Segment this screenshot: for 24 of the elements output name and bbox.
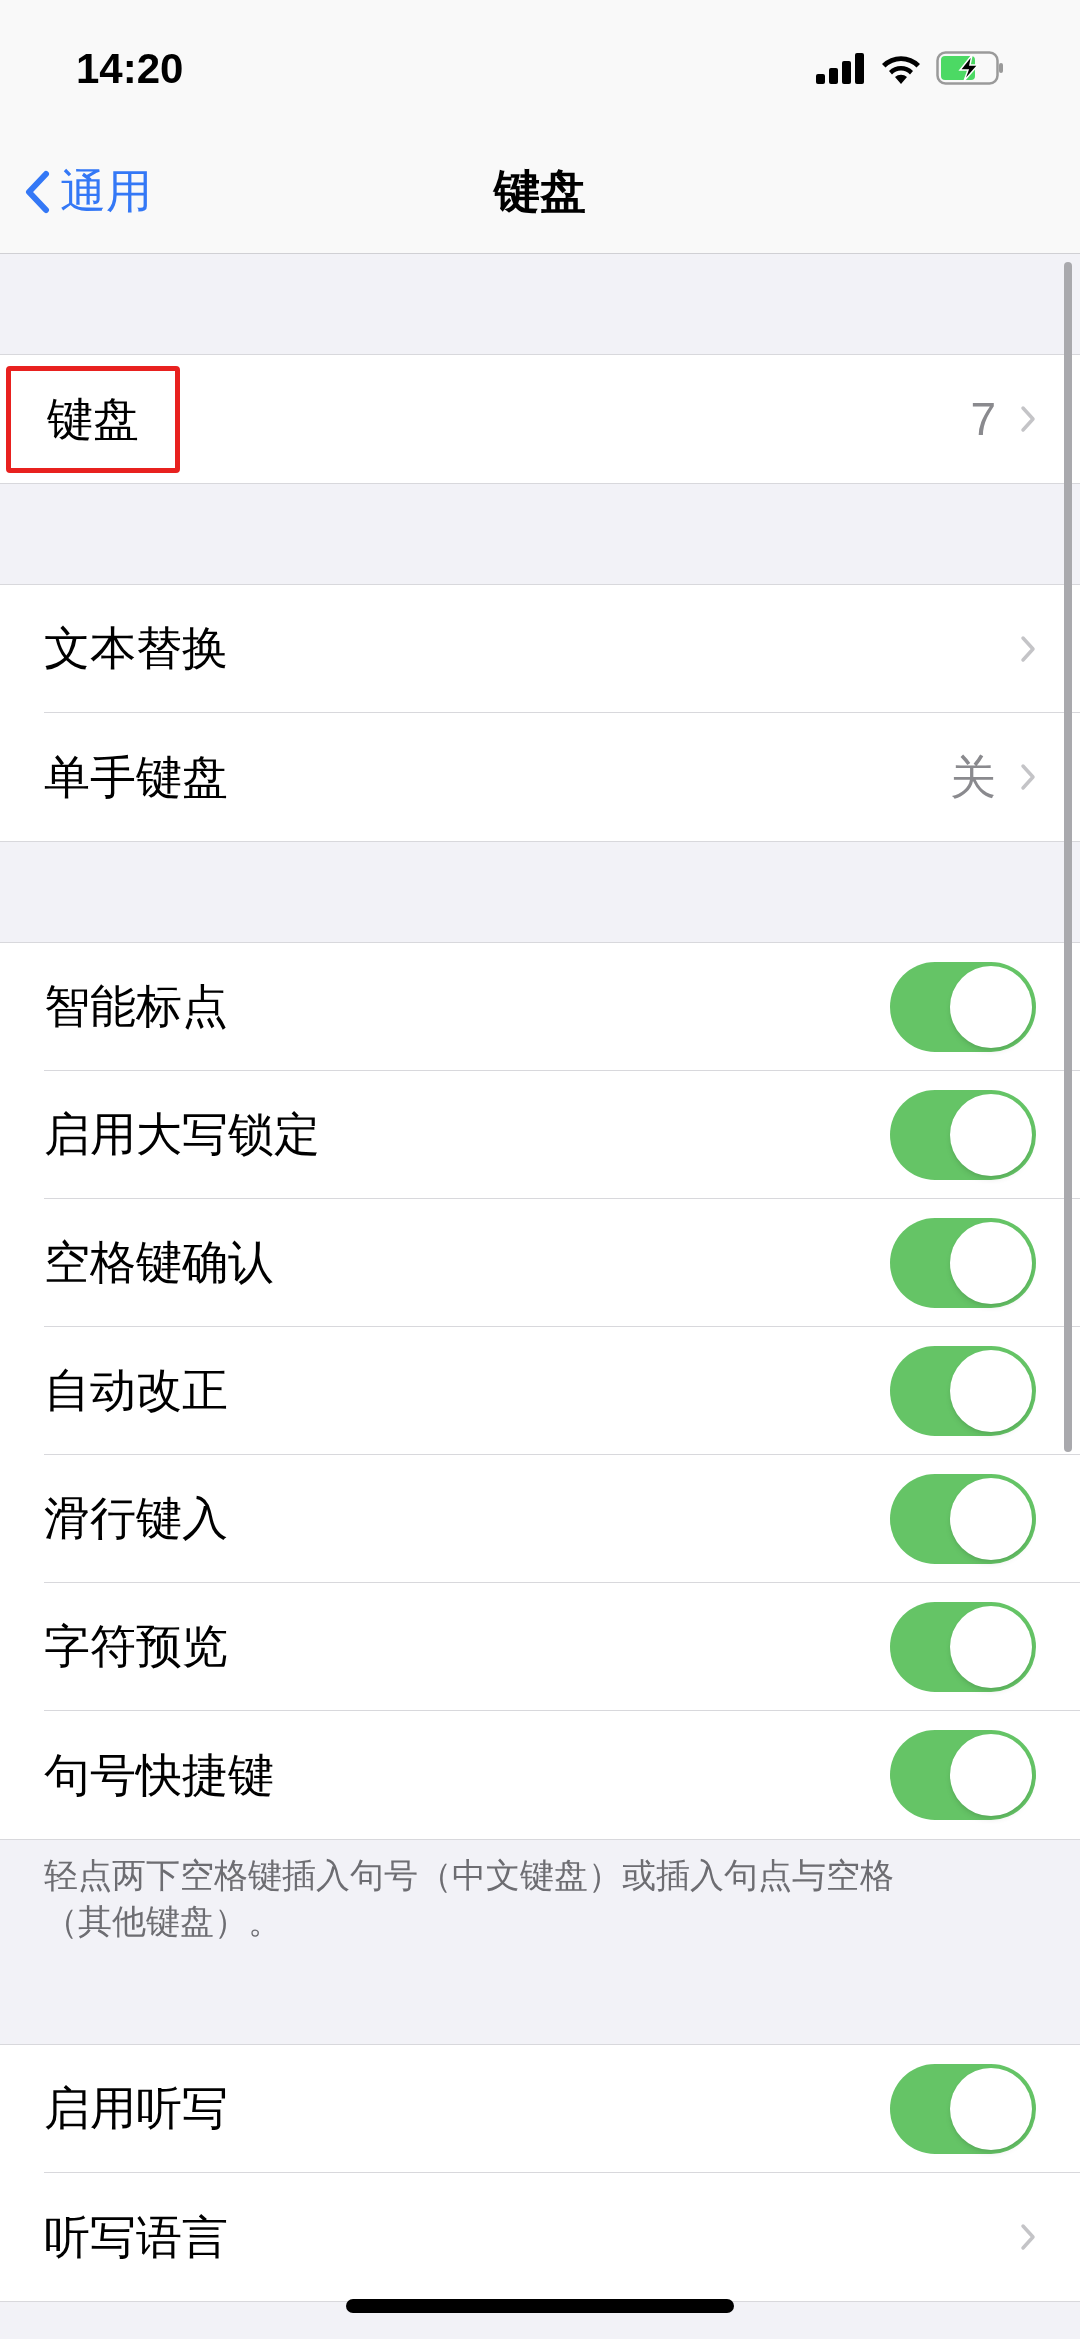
row-label: 听写语言 <box>44 2209 228 2265</box>
row-value: 关 <box>950 749 996 805</box>
signal-icon <box>816 52 866 84</box>
row-label: 字符预览 <box>44 1619 228 1674</box>
row-label: 启用听写 <box>44 2081 228 2136</box>
chevron-icon <box>1020 2223 1036 2251</box>
back-icon <box>24 169 50 214</box>
section-footer: 轻点两下空格键插入句号（中文键盘）或插入句点与空格（其他键盘）。 <box>0 1840 1080 1944</box>
page-title: 键盘 <box>494 164 586 219</box>
row-label: 智能标点 <box>44 979 228 1034</box>
status-time: 14:20 <box>76 43 184 94</box>
row-label: 启用大写锁定 <box>44 1107 320 1162</box>
chevron-icon <box>1020 634 1036 663</box>
row-label: 空格键确认 <box>44 1235 274 1290</box>
chevron-icon <box>1020 405 1036 433</box>
row-value: 7 <box>970 391 996 447</box>
row-label: 滑行键入 <box>44 1491 228 1546</box>
row-label: 文本替换 <box>44 621 228 676</box>
back-button[interactable]: 通用 <box>0 157 152 226</box>
row-label: 自动改正 <box>44 1363 228 1418</box>
row-label: 单手键盘 <box>44 749 228 805</box>
row-label: 键盘 <box>6 365 180 473</box>
row-label: 句号快捷键 <box>44 1747 274 1803</box>
chevron-icon <box>1020 763 1036 791</box>
